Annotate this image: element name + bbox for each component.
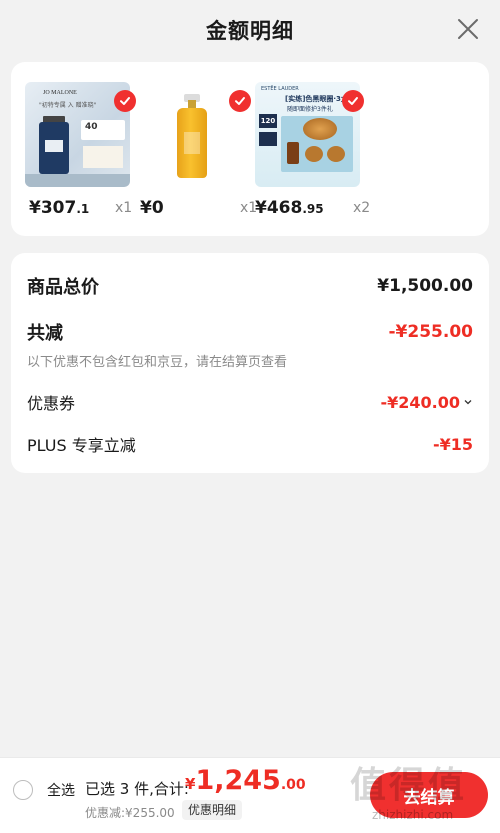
reduction-value: -¥255.00 [388,322,474,342]
thumb-badge-text: 120 [259,114,277,128]
product-item[interactable]: ¥0 x1 [140,82,257,218]
plus-value: -¥15 [432,434,473,454]
price-dec: .95 [302,202,324,216]
thumb-sub-text: 随即面修护3件礼 [287,106,333,113]
product-item[interactable]: JO MALONE "初特专属 入 赠准晓" 40 ¥307.1 x1 [25,82,137,218]
total-price-value: ¥1,500.00 [377,276,473,296]
reduction-note: 以下优惠不包含红包和京豆，请在结算页查看 [27,355,288,370]
product-price: ¥0 [140,198,164,218]
thumb-tag-text: [实练]色黑眼圈·3大 [285,95,348,103]
reduction-row: 共减 -¥255.00 [27,319,473,345]
product-price: ¥468.95 [255,198,324,218]
modal-title: 金额明细 [206,19,294,43]
product-qty: x1 [115,200,133,216]
total-dec: .00 [280,777,306,793]
thumb-tag-text: "初特专属 入 赠准晓" [39,102,97,109]
checkout-button[interactable]: 去结算 [370,772,488,818]
coupon-label: 优惠券 [27,394,76,413]
product-qty: x2 [353,200,371,216]
checkmark-icon[interactable] [229,90,251,112]
total-currency: ¥ [185,775,196,793]
thumb-brand-text: JO MALONE [43,90,77,96]
checkout-bar: 全选 已选 3 件,合计: ¥1,245.00 优惠减:¥255.00 优惠明细… [0,757,500,833]
total-price-row: 商品总价 ¥1,500.00 [27,273,473,299]
total-int: 1,245 [195,765,281,796]
price-summary-card: 商品总价 ¥1,500.00 共减 -¥255.00 以下优惠不包含红包和京豆，… [11,253,489,473]
plus-row: PLUS 专享立减 -¥15 [27,432,473,456]
product-price: ¥307.1 [29,198,89,218]
checkmark-icon[interactable] [342,90,364,112]
select-all-radio[interactable] [13,780,33,800]
discount-text: 优惠减:¥255.00 [85,806,175,820]
plus-label: PLUS 专享立减 [27,436,136,455]
price-int: ¥307 [29,198,77,218]
total-price-label: 商品总价 [27,277,99,298]
price-int: ¥468 [255,198,303,218]
price-int: ¥0 [140,198,164,218]
modal-header: 金额明细 [0,0,500,60]
chevron-down-icon[interactable] [463,397,473,407]
product-list-card: JO MALONE "初特专属 入 赠准晓" 40 ¥307.1 x1 ¥0 x… [11,62,489,236]
reduction-label: 共减 [27,323,63,344]
coupon-row[interactable]: 优惠券 -¥240.00 [27,390,473,414]
thumb-badge-text: 40 [85,122,98,132]
close-icon[interactable] [456,17,480,41]
product-item[interactable]: ESTĒE LAUDER [实练]色黑眼圈·3大 随即面修护3件礼 120 ¥4… [255,82,370,218]
thumb-brand-text: ESTĒE LAUDER [261,86,299,92]
total-amount: ¥1,245.00 [185,765,306,796]
coupon-value: -¥240.00 [380,392,460,412]
checkmark-icon[interactable] [114,90,136,112]
select-all-label[interactable]: 全选 [47,780,75,800]
discount-detail-button[interactable]: 优惠明细 [182,800,243,820]
coupon-value-wrap[interactable]: -¥240.00 [380,393,473,412]
selected-count-text: 已选 3 件,合计: [85,780,189,798]
price-dec: .1 [76,202,90,216]
